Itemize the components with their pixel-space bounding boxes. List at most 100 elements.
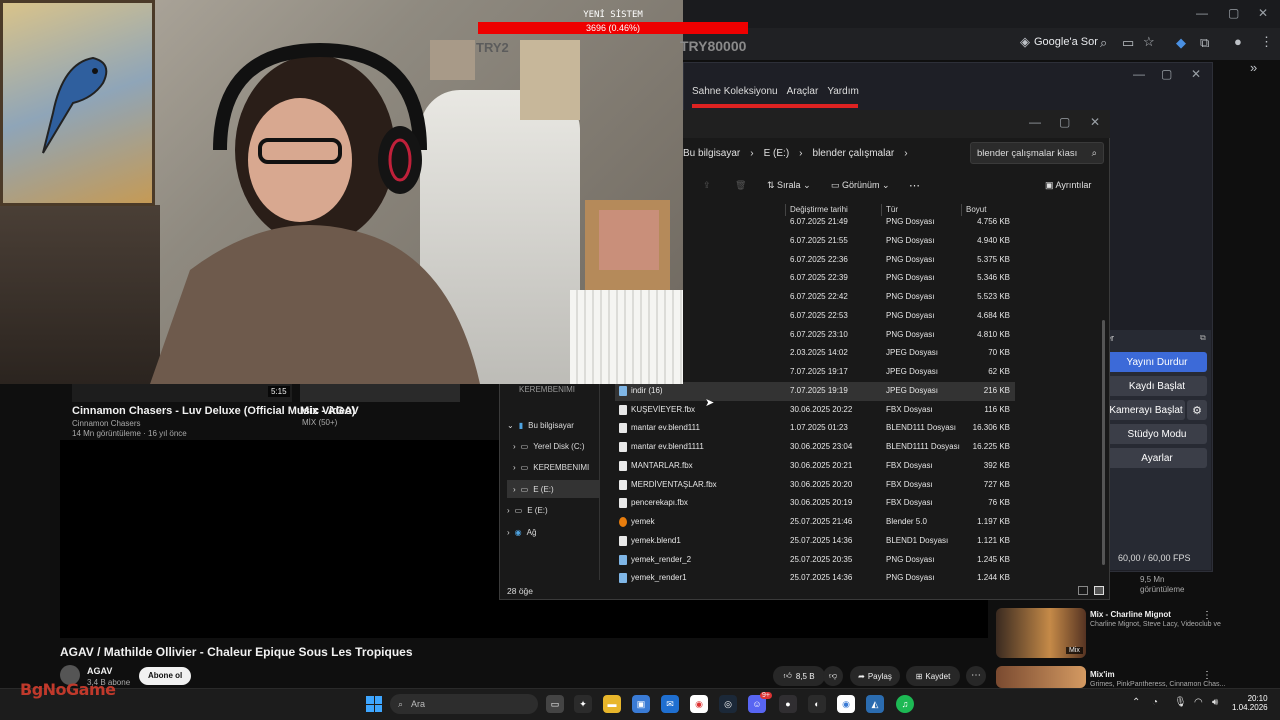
- channel-name-1[interactable]: Cinnamon Chasers: [72, 419, 140, 428]
- side-more-icon-2[interactable]: ⋮: [1202, 670, 1212, 681]
- details-pane-button[interactable]: ▣ Ayrıntılar: [1045, 180, 1091, 191]
- file-row[interactable]: pencerekapı.fbx 30.06.2025 20:19 FBX Dosya…: [615, 494, 1015, 513]
- windows-start-icon[interactable]: [366, 696, 382, 712]
- bookmark-star-icon[interactable]: ☆: [1143, 34, 1155, 50]
- profile-avatar-icon[interactable]: ●: [1234, 34, 1242, 49]
- extension-icon[interactable]: ◆: [1176, 35, 1186, 51]
- tiles-view-icon[interactable]: [1094, 586, 1104, 595]
- volume-icon[interactable]: 🔊︎: [1212, 697, 1218, 708]
- panel-undock-icon[interactable]: ⧉: [1200, 333, 1206, 343]
- nav-item-network[interactable]: › ◉ Ağ: [507, 523, 536, 541]
- close-button[interactable]: ✕: [1258, 6, 1268, 20]
- start-virtual-camera-button[interactable]: Kamerayı Başlat: [1107, 400, 1185, 420]
- zoom-icon[interactable]: ⌕: [1100, 35, 1107, 51]
- nav-item-drive-e-2[interactable]: › ▭ E (E:): [507, 501, 548, 519]
- file-row[interactable]: mantar ev.blend1111 30.06.2025 23:04 BLEND…: [615, 438, 1015, 457]
- save-button[interactable]: ⊞ Kaydet: [906, 666, 960, 686]
- chrome-icon[interactable]: ◉: [690, 695, 708, 713]
- delete-icon[interactable]: 🗑︎: [735, 180, 746, 191]
- sort-button[interactable]: ⇅ Sırala ⌄: [767, 180, 811, 191]
- chrome-profile-icon[interactable]: ◉: [837, 695, 855, 713]
- breadcrumb-this-pc[interactable]: Bu bilgisayar: [683, 148, 740, 159]
- app-icon[interactable]: ◐: [808, 695, 826, 713]
- outlook-icon[interactable]: ✉: [661, 695, 679, 713]
- file-row[interactable]: yemek 25.07.2025 21:46 Blender 5.0 1.197 KB: [615, 513, 1015, 532]
- obs-maximize-button[interactable]: ▢: [1161, 67, 1172, 81]
- extensions-puzzle-icon[interactable]: ⧉: [1200, 35, 1209, 51]
- blender-icon[interactable]: ◭: [866, 695, 884, 713]
- file-row[interactable]: yemek_render_2 25.07.2025 20:35 PNG Dosyas…: [615, 551, 1015, 570]
- settings-button[interactable]: Ayarlar: [1107, 448, 1207, 468]
- widgets-icon[interactable]: ✦: [574, 695, 592, 713]
- system-clock[interactable]: 20:10 1.04.2026: [1232, 694, 1268, 712]
- gear-icon[interactable]: ⚙: [1187, 400, 1207, 420]
- file-row[interactable]: indir (16) 7.07.2025 19:19 JPEG Dosyası 216…: [615, 381, 1015, 401]
- navigation-pane: KEREMBENIMI ⌄ ▮ Bu bilgisayar › ▭ Yerel Disk…: [499, 380, 599, 580]
- vertical-scrollbar[interactable]: [1102, 320, 1105, 565]
- studio-mode-button[interactable]: Stüdyo Modu: [1107, 424, 1207, 444]
- obs-close-button[interactable]: ✕: [1191, 67, 1201, 81]
- cast-icon[interactable]: ▭: [1122, 35, 1134, 51]
- menu-scene-collection[interactable]: Sahne Koleksiyonu: [692, 86, 778, 97]
- spotify-icon[interactable]: ♫: [896, 695, 914, 713]
- explorer-close-button[interactable]: ✕: [1090, 115, 1100, 129]
- file-explorer-icon[interactable]: ▬: [603, 695, 621, 713]
- file-icon: [619, 498, 627, 509]
- nav-item-this-pc[interactable]: ⌄ ▮ Bu bilgisayar: [507, 416, 574, 434]
- explorer-maximize-button[interactable]: ▢: [1059, 115, 1070, 129]
- tray-chevron-up-icon[interactable]: ⌃: [1132, 697, 1140, 708]
- google-ask-button[interactable]: ◈ Google'a Sor: [1014, 33, 1104, 51]
- sort-icon: ⇅: [767, 180, 778, 190]
- view-button[interactable]: ▭ Görünüm ⌄: [831, 180, 890, 191]
- share-icon[interactable]: ⇪: [703, 180, 711, 191]
- menu-help[interactable]: Yardım: [827, 86, 859, 97]
- more-actions-icon[interactable]: ⋯: [966, 666, 986, 686]
- like-button[interactable]: 👍︎ 8,5 B: [773, 666, 825, 686]
- side-title-1[interactable]: Mix - Charline Mignot: [1090, 610, 1171, 619]
- thumbnail-1[interactable]: [72, 384, 292, 402]
- obs-icon[interactable]: ●: [779, 695, 797, 713]
- video-title-2[interactable]: Mix - AGAV: [300, 405, 359, 417]
- steam-icon[interactable]: ◎: [719, 695, 737, 713]
- maximize-button[interactable]: ▢: [1228, 6, 1239, 20]
- side-title-2[interactable]: Mix'im: [1090, 670, 1115, 679]
- tray-app-icon[interactable]: ◔: [1152, 697, 1158, 708]
- menu-tools[interactable]: Araçlar: [787, 86, 819, 97]
- more-options-icon[interactable]: ⋯: [909, 179, 920, 192]
- dislike-button[interactable]: 👎︎: [823, 666, 843, 686]
- explorer-minimize-button[interactable]: —: [1029, 115, 1041, 129]
- file-row[interactable]: yemek.blend1 25.07.2025 14:36 BLEND1 Dosya…: [615, 532, 1015, 551]
- nav-item-local-disk[interactable]: › ▭ Yerel Disk (C:): [513, 437, 585, 455]
- share-button[interactable]: ➦ Paylaş: [850, 666, 900, 686]
- wifi-icon[interactable]: ◠: [1194, 697, 1203, 708]
- details-view-icon[interactable]: [1078, 586, 1088, 595]
- stop-stream-button[interactable]: Yayını Durdur: [1107, 352, 1207, 372]
- search-field[interactable]: blender çalışmalar kìası ⌕: [970, 142, 1104, 164]
- pane-divider[interactable]: [599, 380, 600, 580]
- taskbar-search[interactable]: ⌕ Ara: [390, 694, 538, 714]
- thumbnail-2[interactable]: [300, 384, 460, 402]
- like-count: 8,5 B: [795, 671, 815, 681]
- channel-name[interactable]: AGAV: [87, 666, 112, 676]
- side-thumbnail-2[interactable]: [996, 666, 1086, 688]
- obs-minimize-button[interactable]: —: [1133, 67, 1145, 81]
- nav-item-drive-e[interactable]: › ▭ E (E:): [507, 480, 599, 498]
- side-more-icon-1[interactable]: ⋮: [1202, 610, 1212, 621]
- chevron-right-icon[interactable]: ›: [904, 148, 907, 159]
- minimize-button[interactable]: —: [1196, 6, 1208, 20]
- nav-item-kerem[interactable]: › ▭ KEREMBENIMI: [513, 458, 589, 476]
- breadcrumb-drive-e[interactable]: E (E:): [764, 148, 790, 159]
- menu-kebab-icon[interactable]: ⋮: [1260, 34, 1273, 50]
- chevron-double-right-icon[interactable]: »: [1250, 60, 1257, 75]
- start-recording-button[interactable]: Kaydı Başlat: [1107, 376, 1207, 396]
- file-row[interactable]: KUŞEVİEYER.fbx 30.06.2025 20:22 FBX Dosyas…: [615, 401, 1015, 420]
- subscribe-button[interactable]: Abone ol: [139, 667, 192, 685]
- file-row[interactable]: MANTARLAR.fbx 30.06.2025 20:21 FBX Dosyası…: [615, 457, 1015, 476]
- task-view-icon[interactable]: ▭: [546, 695, 564, 713]
- store-icon[interactable]: ▣: [632, 695, 650, 713]
- file-row[interactable]: mantar ev.blend111 1.07.2025 01:23 BLEND11…: [615, 419, 1015, 438]
- microphone-icon[interactable]: 🎙︎: [1174, 697, 1187, 708]
- file-row[interactable]: yemek_render1 25.07.2025 14:36 PNG Dosyası…: [615, 569, 1015, 588]
- file-row[interactable]: MERDİVENTAŞLAR.fbx 30.06.2025 20:20 FBX Do…: [615, 476, 1015, 495]
- breadcrumb-folder[interactable]: blender çalışmalar: [813, 148, 895, 159]
